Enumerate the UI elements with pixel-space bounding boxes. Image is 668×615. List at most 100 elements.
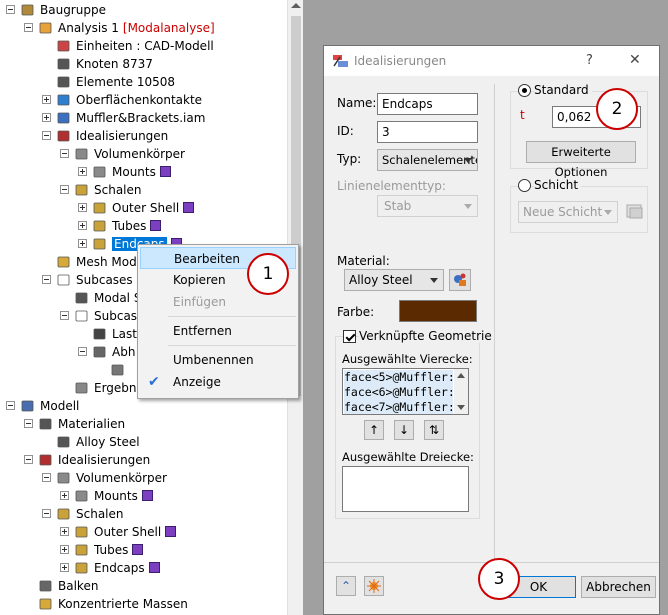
move-down-button[interactable]: ↓ <box>394 420 414 440</box>
tree-row[interactable]: Analysis 1 [Modalanalyse] <box>0 19 287 37</box>
tree-row[interactable]: Volumenkörper <box>0 469 287 487</box>
list-item[interactable]: face<5>@Muffler:1 <box>344 370 462 385</box>
tree-row[interactable]: Endcaps <box>0 559 287 577</box>
expand-icon[interactable] <box>60 545 69 554</box>
layer-library-button <box>624 201 646 223</box>
type-select[interactable]: Schalenelemente <box>377 149 478 171</box>
collapse-icon[interactable] <box>42 131 51 140</box>
tree-row[interactable]: Modell <box>0 397 287 415</box>
expand-icon[interactable] <box>78 221 87 230</box>
dialog-titlebar[interactable]: Idealisierungen ? ✕ <box>324 46 659 76</box>
material-library-button[interactable] <box>449 269 471 291</box>
linked-geometry-checkbox[interactable] <box>343 330 356 343</box>
expand-icon[interactable] <box>60 527 69 536</box>
cancel-button[interactable]: Abbrechen <box>581 576 656 598</box>
tree-row[interactable]: Materialien <box>0 415 287 433</box>
quads-listbox[interactable]: face<5>@Muffler:1 face<6>@Muffler:1 face… <box>342 368 469 415</box>
expand-icon[interactable] <box>78 203 87 212</box>
advanced-options-button[interactable]: Erweiterte Optionen <box>526 141 636 179</box>
tree-label: Materialien <box>58 415 125 433</box>
expand-icon[interactable] <box>60 563 69 572</box>
help-button[interactable]: ? <box>586 53 593 68</box>
idealization-dialog: Idealisierungen ? ✕ Name: Endcaps ID: 3 … <box>323 45 660 615</box>
collapse-icon[interactable] <box>24 23 33 32</box>
close-button[interactable]: ✕ <box>629 52 641 68</box>
collapse-icon[interactable] <box>42 275 51 284</box>
collapse-icon[interactable] <box>42 509 51 518</box>
line-type-value: Stab <box>384 199 412 213</box>
reverse-button[interactable]: ⇅ <box>424 420 444 440</box>
arrow-up-icon: ↑ <box>368 423 380 437</box>
tree-row[interactable]: Baugruppe <box>0 1 287 19</box>
collapse-icon[interactable] <box>60 185 69 194</box>
tree-label: Endcaps <box>94 559 160 577</box>
tree-row[interactable]: Volumenkörper <box>0 145 287 163</box>
scroll-up-icon[interactable] <box>457 373 465 378</box>
tree-row[interactable]: Schalen <box>0 505 287 523</box>
collapse-button[interactable]: ⌃ <box>336 576 356 596</box>
menu-item-anzeige[interactable]: ✔ Anzeige <box>140 371 296 393</box>
tree-row[interactable]: Mounts <box>0 163 287 181</box>
tree-label-text: Subcases <box>76 273 133 287</box>
collapse-icon[interactable] <box>42 473 51 482</box>
tree-row[interactable]: Elemente 10508 <box>0 73 287 91</box>
arrow-up-down-icon: ⇅ <box>428 423 440 437</box>
tree-row[interactable]: Konzentrierte Massen <box>0 595 287 613</box>
tree-label-text: Volumenkörper <box>94 147 185 161</box>
menu-item-umbenennen[interactable]: Umbenennen <box>140 349 296 371</box>
tree-row[interactable]: Idealisierungen <box>0 127 287 145</box>
tree-row[interactable]: Schalen <box>0 181 287 199</box>
expand-icon[interactable] <box>78 239 87 248</box>
mesh-icon <box>56 254 72 270</box>
tree-row[interactable]: Alloy Steel <box>0 433 287 451</box>
mass-icon <box>38 596 54 612</box>
quads-scrollbar[interactable] <box>454 369 468 414</box>
tree-row[interactable]: Tubes <box>0 541 287 559</box>
name-label: Name: <box>337 96 377 110</box>
collapse-icon[interactable] <box>6 401 15 410</box>
beam-icon <box>38 578 54 594</box>
expand-icon[interactable] <box>78 167 87 176</box>
model-icon <box>20 398 36 414</box>
collapse-icon[interactable] <box>24 455 33 464</box>
tree-row[interactable]: Tubes <box>0 217 287 235</box>
collapse-icon[interactable] <box>24 419 33 428</box>
tree-row[interactable]: Muffler&Brackets.iam <box>0 109 287 127</box>
name-field[interactable]: Endcaps <box>377 93 478 115</box>
tree-row[interactable]: Knoten 8737 <box>0 55 287 73</box>
tree-row[interactable]: Outer Shell <box>0 199 287 217</box>
callout-1: 1 <box>247 253 289 295</box>
tree-row[interactable]: Idealisierungen <box>0 451 287 469</box>
tree-label: Schalen <box>76 505 124 523</box>
tree-row[interactable]: Outer Shell <box>0 523 287 541</box>
tree-row[interactable]: Einheiten : CAD-Modell <box>0 37 287 55</box>
tree-row[interactable]: Mounts <box>0 487 287 505</box>
collapse-icon[interactable] <box>60 149 69 158</box>
tree-row[interactable]: Oberflächenkontakte <box>0 91 287 109</box>
scroll-up-arrow-icon[interactable] <box>291 3 301 8</box>
expand-icon[interactable] <box>42 113 51 122</box>
expand-icon[interactable] <box>42 95 51 104</box>
tree-label: Knoten 8737 <box>76 55 153 73</box>
scroll-down-icon[interactable] <box>457 405 465 410</box>
collapse-icon[interactable] <box>60 311 69 320</box>
collapse-icon[interactable] <box>78 347 87 356</box>
tree-label: Abh <box>112 343 135 361</box>
list-item[interactable]: face<7>@Muffler:1 <box>344 400 462 414</box>
triangles-listbox[interactable] <box>342 466 469 512</box>
move-up-button[interactable]: ↑ <box>364 420 384 440</box>
expand-icon[interactable] <box>60 491 69 500</box>
color-swatch[interactable] <box>399 300 477 322</box>
tree-label-text: Knoten 8737 <box>76 57 153 71</box>
id-field[interactable]: 3 <box>377 121 478 143</box>
highlight-button[interactable] <box>364 576 384 596</box>
material-select[interactable]: Alloy Steel <box>344 269 444 291</box>
solid-icon <box>92 164 108 180</box>
layer-radio[interactable] <box>518 179 531 192</box>
list-item[interactable]: face<6>@Muffler:1 <box>344 385 462 400</box>
standard-radio[interactable] <box>518 84 531 97</box>
menu-item-entfernen[interactable]: Entfernen <box>140 320 296 342</box>
material-icon <box>56 434 72 450</box>
collapse-icon[interactable] <box>6 5 15 14</box>
tree-row[interactable]: Balken <box>0 577 287 595</box>
